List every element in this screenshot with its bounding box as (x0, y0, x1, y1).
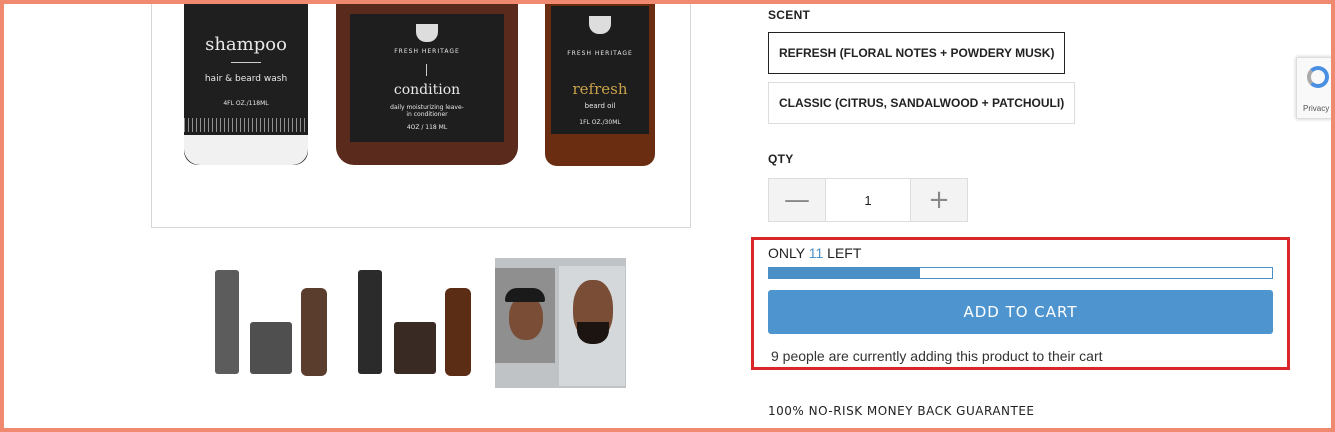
qty-increase-button[interactable]: + (911, 179, 967, 221)
qty-label: QTY (768, 152, 794, 166)
mini-bottle (215, 270, 239, 374)
bottle-name: condition (393, 82, 461, 98)
bottle-sub: beard oil (584, 102, 616, 110)
recaptcha-icon (1307, 66, 1329, 88)
scent-option-classic[interactable]: CLASSIC (CITRUS, SANDALWOOD + PATCHOULI) (768, 82, 1076, 124)
conditioner-jar: FRESH HERITAGE condition daily moisturiz… (336, 0, 518, 165)
thumbnail-product-set-1[interactable] (200, 258, 330, 388)
guarantee-text: 100% NO-RISK MONEY BACK GUARANTEE (768, 404, 1035, 418)
mini-jar (250, 322, 292, 374)
bottle-sub: daily moisturizing leave-in conditioner (390, 104, 464, 118)
bottle-label: FRESH HERITAGE refresh beard oil 1FL OZ.… (551, 6, 649, 134)
minus-icon: — (784, 185, 810, 215)
label-stripe (184, 118, 308, 132)
mini-jar (394, 322, 436, 374)
scent-label: SCENT (768, 8, 811, 22)
jar-label: FRESH HERITAGE condition daily moisturiz… (350, 14, 504, 142)
qty-input[interactable]: 1 (825, 179, 911, 221)
qty-decrease-button[interactable]: — (769, 179, 825, 221)
quantity-stepper: — 1 + (768, 178, 968, 222)
mini-dropper (301, 288, 327, 376)
bottle-size: 4FL OZ./118ML (223, 100, 269, 107)
label-divider (426, 64, 427, 76)
before-photo (495, 268, 555, 363)
face-before (509, 296, 543, 340)
recaptcha-privacy-link[interactable]: Privacy (1303, 104, 1329, 113)
highlight-annotation (751, 237, 1290, 370)
mini-bottle (358, 270, 382, 374)
plus-icon: + (928, 185, 950, 215)
scent-option-refresh[interactable]: REFRESH (FLORAL NOTES + POWDERY MUSK) (768, 32, 1066, 74)
label-divider (231, 62, 261, 63)
brand-name: FRESH HERITAGE (394, 48, 460, 55)
beard-logo-icon (589, 16, 611, 34)
bottle-cap (184, 135, 308, 165)
bottle-size: 1FL OZ./30ML (579, 119, 621, 126)
thumbnail-product-set-2[interactable] (346, 258, 476, 388)
recaptcha-badge[interactable]: Privacy (1296, 57, 1335, 119)
bottle-size: 4OZ / 118 ML (406, 124, 448, 131)
after-photo (559, 266, 625, 386)
shampoo-bottle: shampoo hair & beard wash 4FL OZ./118ML (184, 0, 308, 165)
brand-name: FRESH HERITAGE (567, 50, 633, 57)
thumbnail-strip (200, 258, 630, 388)
beard-logo-icon (416, 24, 438, 42)
bottle-sub: hair & beard wash (204, 74, 288, 84)
bottle-name: refresh (572, 80, 628, 98)
thumbnail-before-after[interactable] (495, 258, 626, 388)
bottle-name: shampoo (205, 34, 287, 55)
beard-oil-bottle: FRESH HERITAGE refresh beard oil 1FL OZ.… (545, 0, 655, 166)
beard (577, 322, 609, 344)
mini-dropper (445, 288, 471, 376)
main-product-image[interactable]: shampoo hair & beard wash 4FL OZ./118ML … (151, 0, 691, 228)
cap (505, 288, 545, 302)
